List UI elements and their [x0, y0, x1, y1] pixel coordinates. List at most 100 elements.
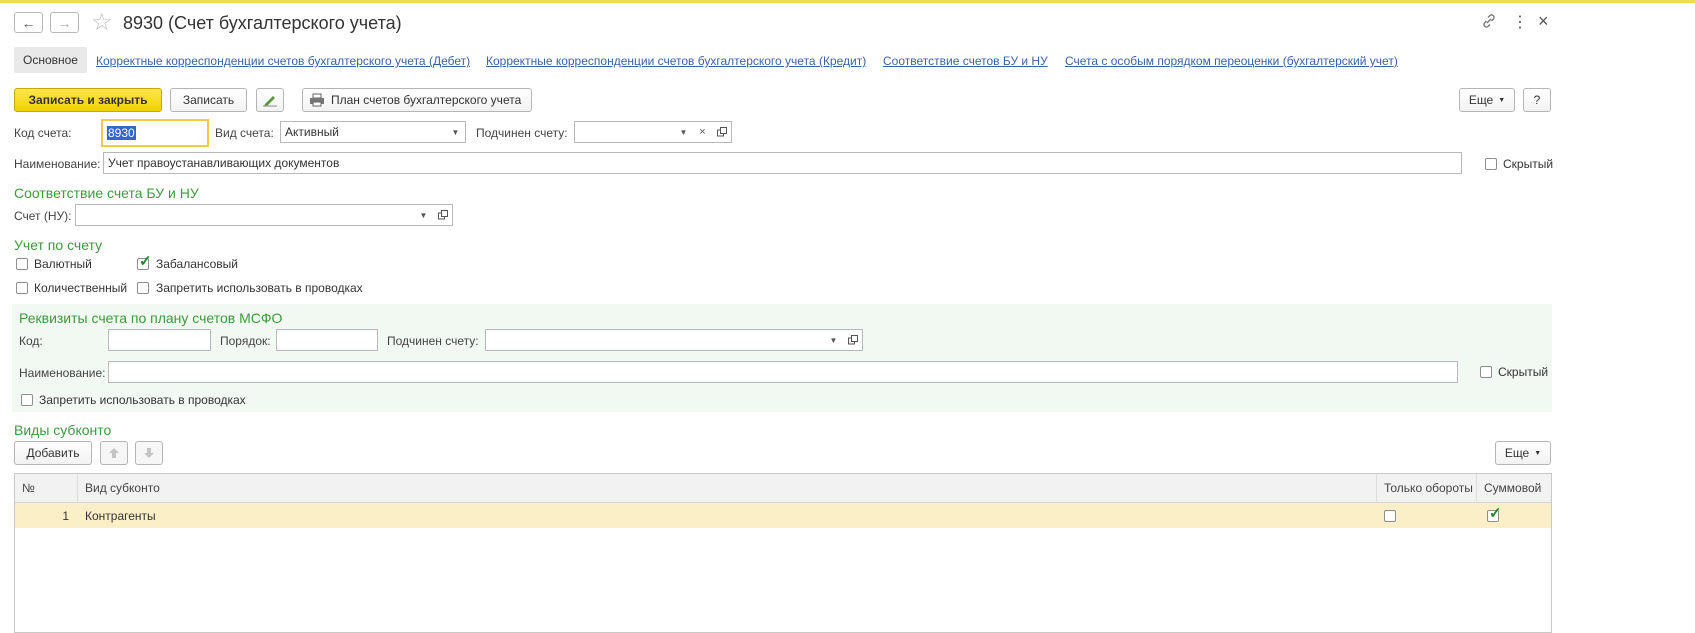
tab-revaluation-accounts[interactable]: Счета с особым порядком переоценки (бухг… — [1065, 54, 1398, 68]
tab-main[interactable]: Основное — [14, 47, 87, 73]
chevron-down-icon: ▼ — [1498, 96, 1506, 104]
forward-button[interactable]: → — [50, 12, 79, 33]
favorite-star-icon[interactable]: ☆ — [91, 8, 113, 37]
ifrs-order-label: Порядок: — [220, 334, 271, 348]
ifrs-parent-field[interactable] — [485, 329, 825, 351]
chain-link-icon — [1483, 14, 1495, 28]
chevron-down-icon: ▼ — [451, 127, 460, 137]
arrow-left-icon: ← — [21, 14, 36, 31]
subconto-more-button[interactable]: Еще ▼ — [1495, 441, 1551, 465]
ifrs-code-label: Код: — [19, 334, 43, 348]
link-icon[interactable] — [1481, 13, 1497, 32]
edit-button[interactable] — [256, 88, 284, 112]
add-subconto-button[interactable]: Добавить — [14, 441, 92, 465]
close-icon[interactable]: × — [1538, 11, 1549, 32]
help-button[interactable]: ? — [1523, 88, 1551, 112]
quantity-label: Количественный — [34, 281, 128, 295]
hidden-label: Скрытый — [1503, 157, 1554, 171]
ifrs-parent-open[interactable] — [843, 329, 863, 351]
account-code-label: Код счета: — [14, 126, 72, 140]
account-type-select[interactable]: Активный — [280, 121, 447, 143]
nu-account-open[interactable] — [433, 204, 453, 226]
move-down-button[interactable] — [135, 441, 163, 465]
nu-account-label: Счет (НУ): — [14, 209, 72, 223]
section-ifrs-title: Реквизиты счета по плану счетов МСФО — [19, 310, 283, 326]
column-header-number[interactable]: № — [15, 474, 78, 502]
print-chart-label: План счетов бухгалтерского учета — [331, 93, 522, 107]
column-header-kind[interactable]: Вид субконто — [78, 474, 1377, 502]
more-actions-button[interactable]: Еще ▼ — [1459, 88, 1515, 112]
chevron-down-icon: ▼ — [419, 210, 428, 220]
account-code-field[interactable]: 8930 — [101, 119, 209, 147]
name-label: Наименование: — [14, 157, 101, 171]
ifrs-name-field[interactable] — [108, 361, 1458, 383]
parent-account-field[interactable] — [574, 121, 675, 143]
checkmark-icon: ✓ — [1489, 504, 1502, 522]
arrow-down-icon — [144, 448, 154, 458]
parent-account-clear[interactable]: × — [693, 121, 713, 143]
ifrs-order-field[interactable] — [276, 329, 378, 351]
account-type-dropdown[interactable]: ▼ — [446, 121, 466, 143]
ifrs-forbid-postings-label: Запретить использовать в проводках — [39, 393, 246, 407]
table-header: № Вид субконто Только обороты Суммовой — [15, 474, 1551, 503]
hidden-checkbox[interactable] — [1485, 158, 1497, 170]
checkmark-icon: ✓ — [139, 253, 152, 270]
section-accounting-title: Учет по счету — [14, 237, 103, 253]
parent-account-label: Подчинен счету: — [476, 126, 568, 140]
ifrs-parent-dropdown[interactable]: ▼ — [824, 329, 844, 351]
parent-account-open[interactable] — [712, 121, 732, 143]
row-kind: Контрагенты — [85, 508, 156, 523]
offbalance-label: Забалансовый — [156, 257, 239, 271]
column-header-sum[interactable]: Суммовой — [1477, 474, 1553, 502]
tab-debit-correspondences[interactable]: Корректные корреспонденции счетов бухгал… — [96, 54, 470, 68]
subconto-more-label: Еще — [1504, 446, 1530, 460]
save-button[interactable]: Записать — [170, 88, 247, 112]
save-and-close-button[interactable]: Записать и закрыть — [14, 88, 162, 112]
column-header-turnover-only[interactable]: Только обороты — [1377, 474, 1477, 502]
arrow-up-icon — [109, 448, 119, 458]
open-window-icon — [437, 210, 448, 220]
ifrs-forbid-postings-checkbox[interactable] — [21, 394, 33, 406]
tab-credit-correspondences[interactable]: Корректные корреспонденции счетов бухгал… — [486, 54, 866, 68]
chevron-down-icon: ▼ — [829, 335, 838, 345]
section-subconto-title: Виды субконто — [14, 422, 112, 438]
currency-checkbox[interactable] — [16, 258, 28, 270]
pencil-icon — [263, 96, 277, 107]
nu-account-field[interactable] — [75, 204, 415, 226]
ifrs-hidden-checkbox[interactable] — [1480, 366, 1492, 378]
ifrs-hidden-label: Скрытый — [1498, 365, 1549, 379]
tab-main-label: Основное — [14, 47, 87, 73]
arrow-right-icon: → — [57, 14, 72, 31]
sum-checkbox[interactable]: ✓ — [1487, 506, 1502, 522]
name-field[interactable]: Учет правоустанавливающих документов — [103, 152, 1462, 174]
tab-bu-nu-mapping[interactable]: Соответствие счетов БУ и НУ — [883, 54, 1048, 68]
ifrs-name-label: Наименование: — [19, 366, 106, 380]
open-window-icon — [716, 127, 727, 137]
parent-account-dropdown[interactable]: ▼ — [674, 121, 694, 143]
account-code-value: 8930 — [107, 126, 136, 140]
row-turnover-only-cell — [1384, 503, 1396, 528]
more-menu-icon[interactable]: ⋮ — [1512, 12, 1528, 32]
nu-account-dropdown[interactable]: ▼ — [414, 204, 434, 226]
back-button[interactable]: ← — [14, 12, 43, 33]
move-up-button[interactable] — [100, 441, 128, 465]
ifrs-code-field[interactable] — [108, 329, 211, 351]
row-sum-cell: ✓ — [1487, 503, 1502, 528]
section-bu-nu-title: Соответствие счета БУ и НУ — [14, 185, 199, 201]
offbalance-checkbox[interactable]: ✓ — [137, 254, 152, 270]
more-label: Еще — [1468, 93, 1494, 107]
subconto-table: № Вид субконто Только обороты Суммовой 1… — [14, 473, 1552, 633]
row-number: 1 — [62, 508, 69, 523]
ifrs-parent-label: Подчинен счету: — [387, 334, 479, 348]
print-chart-of-accounts-button[interactable]: План счетов бухгалтерского учета — [302, 88, 532, 112]
forbid-postings-label: Запретить использовать в проводках — [156, 281, 363, 295]
page-title: 8930 (Счет бухгалтерского учета) — [123, 13, 402, 33]
account-type-label: Вид счета: — [215, 126, 274, 140]
open-window-icon — [847, 335, 858, 345]
chevron-down-icon: ▼ — [679, 127, 688, 137]
turnover-only-checkbox[interactable] — [1384, 509, 1396, 522]
forbid-postings-checkbox[interactable] — [137, 282, 149, 294]
table-row[interactable]: 1 Контрагенты ✓ — [15, 503, 1551, 528]
top-accent-line — [0, 0, 1695, 3]
quantity-checkbox[interactable] — [16, 282, 28, 294]
